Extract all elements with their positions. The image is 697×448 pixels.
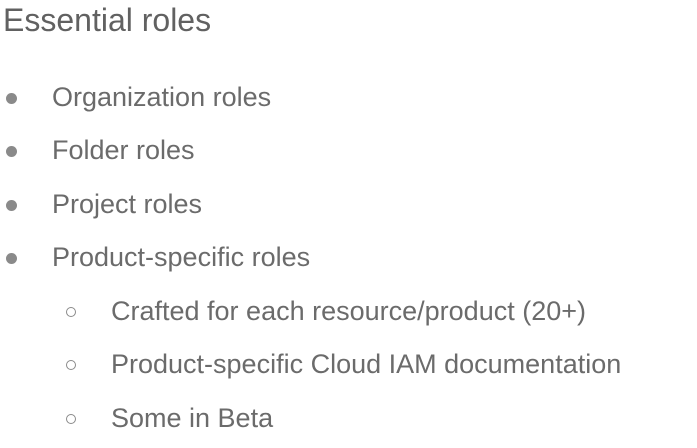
sub-bullet-item-crafted: Crafted for each resource/product (20+) — [66, 294, 586, 328]
sub-bullet-item-beta: Some in Beta — [66, 401, 274, 435]
slide: Essential roles Organization roles Folde… — [0, 0, 697, 448]
filled-bullet-icon — [6, 146, 17, 157]
sub-bullet-text: Crafted for each resource/product (20+) — [111, 296, 586, 326]
sub-bullet-item-documentation: Product-specific Cloud IAM documentation — [66, 347, 622, 381]
filled-bullet-icon — [6, 93, 17, 104]
bullet-text: Folder roles — [52, 135, 195, 165]
bullet-text: Project roles — [52, 189, 203, 219]
bullet-item-organization-roles: Organization roles — [6, 80, 272, 114]
filled-bullet-icon — [6, 253, 17, 264]
hollow-bullet-icon — [66, 307, 76, 317]
slide-title: Essential roles — [3, 2, 212, 38]
filled-bullet-icon — [6, 200, 17, 211]
bullet-item-folder-roles: Folder roles — [6, 133, 195, 167]
hollow-bullet-icon — [66, 414, 76, 424]
bullet-item-product-specific-roles: Product-specific roles — [6, 240, 311, 274]
sub-bullet-text: Some in Beta — [111, 403, 274, 433]
bullet-text: Product-specific roles — [52, 242, 311, 272]
bullet-text: Organization roles — [52, 82, 272, 112]
bullet-item-project-roles: Project roles — [6, 187, 203, 221]
hollow-bullet-icon — [66, 360, 76, 370]
sub-bullet-text: Product-specific Cloud IAM documentation — [111, 349, 622, 379]
